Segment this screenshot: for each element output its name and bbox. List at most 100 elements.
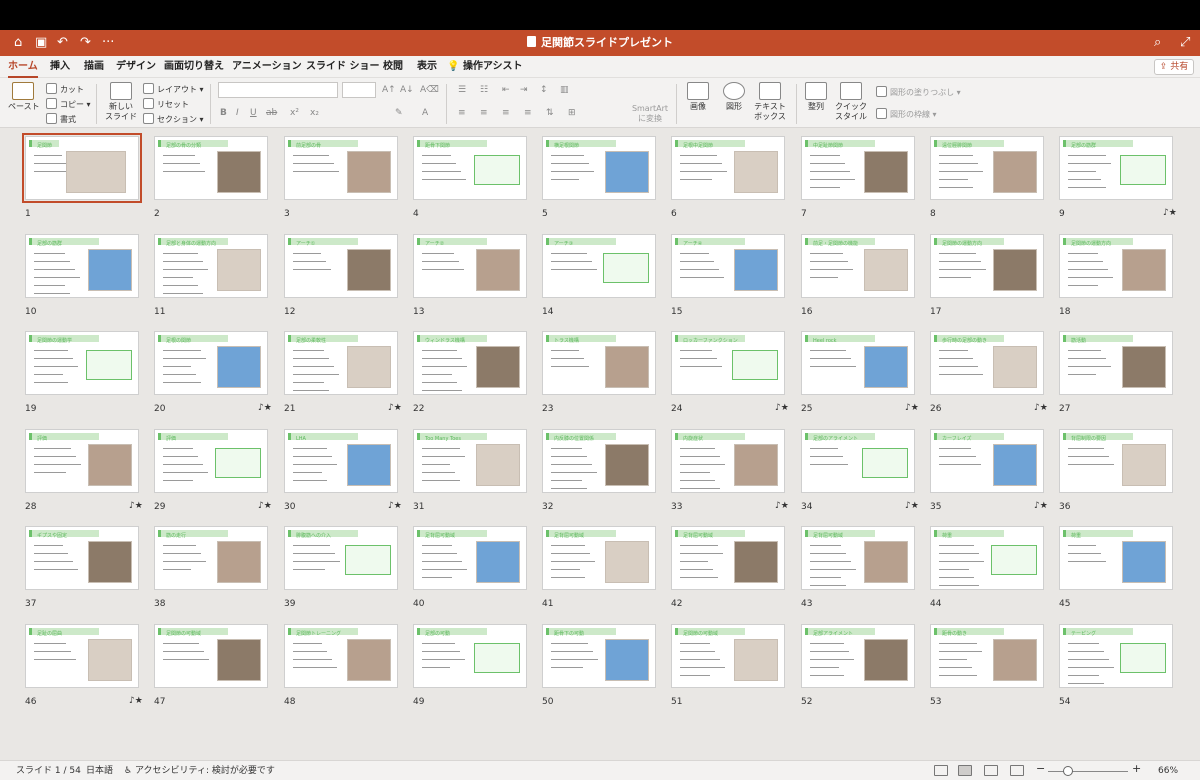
slide-thumbnail[interactable]: 足部と身体の運動方向: [154, 234, 268, 298]
slide-thumbnail[interactable]: 評価: [25, 429, 139, 493]
numbering-icon[interactable]: ☷: [480, 85, 488, 95]
slide-thumbnail[interactable]: 足部のアライメント: [801, 429, 915, 493]
tab-slideshow[interactable]: スライド ショー: [306, 60, 379, 74]
strikethrough-icon[interactable]: ab: [266, 108, 277, 118]
language-indicator[interactable]: 日本語: [86, 765, 113, 777]
slide-thumbnail[interactable]: 足部の可動: [413, 624, 527, 688]
image-button[interactable]: 画像: [684, 82, 712, 112]
slide-thumbnail[interactable]: Heel rock: [801, 331, 915, 395]
slide-thumbnail[interactable]: 足部の筋群: [25, 234, 139, 298]
redo-icon[interactable]: ↷: [80, 34, 91, 52]
section-button[interactable]: セクション ▾: [143, 113, 204, 125]
slide-thumbnail[interactable]: アーチ④: [671, 234, 785, 298]
tab-review[interactable]: 校閲: [383, 60, 403, 74]
zoom-slider-handle[interactable]: [1063, 766, 1073, 776]
slide-thumbnail[interactable]: ロッカーファンクション: [671, 331, 785, 395]
slide-thumbnail[interactable]: 横足根関節: [542, 136, 656, 200]
slide-thumbnail[interactable]: 足背屈可動域: [671, 526, 785, 590]
line-spacing-icon[interactable]: ↕: [540, 85, 548, 95]
tab-view[interactable]: 表示: [417, 60, 437, 74]
slide-thumbnail[interactable]: 荷重: [1059, 526, 1173, 590]
slide-thumbnail[interactable]: 足根中足関節: [671, 136, 785, 200]
indent-decrease-icon[interactable]: ⇤: [502, 85, 510, 95]
arrange-button[interactable]: 整列: [802, 82, 830, 112]
tab-draw[interactable]: 描画: [84, 60, 104, 74]
text-direction-icon[interactable]: ⇅: [546, 108, 554, 118]
slide-thumbnail[interactable]: 足部の骨の分類: [154, 136, 268, 200]
italic-icon[interactable]: I: [236, 108, 239, 118]
shape-outline-button[interactable]: 図形の枠線 ▾: [876, 108, 937, 120]
fullscreen-icon[interactable]: ⤢: [1180, 34, 1190, 52]
font-color-icon[interactable]: A: [422, 108, 428, 118]
columns-icon[interactable]: ▥: [560, 85, 569, 95]
tab-animations[interactable]: アニメーション: [232, 60, 302, 74]
slide-thumbnail[interactable]: 足趾の屈曲: [25, 624, 139, 688]
slide-thumbnail[interactable]: トラス機構: [542, 331, 656, 395]
slide-thumbnail[interactable]: 中足趾節関節: [801, 136, 915, 200]
slide-thumbnail[interactable]: 内反膝の位置関係: [542, 429, 656, 493]
slide-thumbnail[interactable]: カーフレイズ: [930, 429, 1044, 493]
slide-thumbnail[interactable]: 距骨の動き: [930, 624, 1044, 688]
slide-thumbnail[interactable]: テーピング: [1059, 624, 1173, 688]
justify-icon[interactable]: ≡: [524, 108, 532, 118]
zoom-in-icon[interactable]: +: [1132, 763, 1141, 775]
slide-thumbnail[interactable]: ギプスや固定: [25, 526, 139, 590]
underline-icon[interactable]: U: [250, 108, 257, 118]
reading-view-icon[interactable]: [984, 765, 998, 776]
slide-thumbnail[interactable]: アーチ①: [284, 234, 398, 298]
slide-thumbnail[interactable]: 足背屈可動域: [801, 526, 915, 590]
cut-button[interactable]: カット: [46, 83, 84, 95]
indent-increase-icon[interactable]: ⇥: [520, 85, 528, 95]
slide-thumbnail[interactable]: 足関節の運動学: [25, 331, 139, 395]
align-right-icon[interactable]: ≡: [502, 108, 510, 118]
slide-thumbnail[interactable]: 背屈制限の要因: [1059, 429, 1173, 493]
slide-thumbnail[interactable]: 足部の筋群: [1059, 136, 1173, 200]
tab-home[interactable]: ホーム: [8, 60, 38, 78]
slide-thumbnail[interactable]: Too Many Toes: [413, 429, 527, 493]
paste-button[interactable]: ペースト: [8, 82, 40, 112]
align-center-icon[interactable]: ≡: [480, 108, 488, 118]
slideshow-view-icon[interactable]: [1010, 765, 1024, 776]
tab-insert[interactable]: 挿入: [50, 60, 70, 74]
font-name-input[interactable]: [218, 82, 338, 98]
tab-design[interactable]: デザイン: [116, 60, 156, 74]
align-left-icon[interactable]: ≡: [458, 108, 466, 118]
slide-thumbnail[interactable]: 足関節の可動域: [671, 624, 785, 688]
align-text-icon[interactable]: ⊞: [568, 108, 576, 118]
slide-thumbnail[interactable]: 足根の関節: [154, 331, 268, 395]
slide-thumbnail[interactable]: 足関節の運動方向: [1059, 234, 1173, 298]
font-size-input[interactable]: [342, 82, 376, 98]
slide-thumbnail[interactable]: 前足・足関節の機能: [801, 234, 915, 298]
subscript-icon[interactable]: x₂: [310, 108, 319, 118]
slide-thumbnail[interactable]: 遠位脛腓関節: [930, 136, 1044, 200]
slide-thumbnail[interactable]: 評価: [154, 429, 268, 493]
slide-thumbnail[interactable]: 足関節: [22, 133, 142, 203]
format-painter-button[interactable]: 書式: [46, 113, 76, 125]
tab-tell-me[interactable]: 💡 操作アシスト: [447, 60, 523, 74]
share-button[interactable]: ⇪ 共有: [1154, 59, 1194, 75]
tab-transitions[interactable]: 画面切り替え: [164, 60, 224, 74]
slide-thumbnail[interactable]: 筋活動: [1059, 331, 1173, 395]
slide-thumbnail[interactable]: 距骨下関節: [413, 136, 527, 200]
home-icon[interactable]: ⌂: [14, 34, 22, 52]
save-icon[interactable]: ▣: [35, 34, 47, 52]
slide-sorter-view-icon[interactable]: [958, 765, 972, 776]
slide-thumbnail[interactable]: LHA: [284, 429, 398, 493]
accessibility-status[interactable]: ♿ アクセシビリティ: 検討が必要です: [124, 765, 275, 777]
smartart-button[interactable]: SmartArt に変換: [630, 104, 670, 124]
slide-thumbnail[interactable]: ウィンドラス機構: [413, 331, 527, 395]
slide-thumbnail[interactable]: アーチ③: [542, 234, 656, 298]
bullets-icon[interactable]: ☰: [458, 85, 466, 95]
slide-thumbnail[interactable]: 足背屈可動域: [542, 526, 656, 590]
normal-view-icon[interactable]: [934, 765, 948, 776]
undo-icon[interactable]: ↶: [57, 34, 68, 52]
slide-thumbnail[interactable]: 足背屈可動域: [413, 526, 527, 590]
slide-thumbnail[interactable]: 足部アライメント: [801, 624, 915, 688]
shape-button[interactable]: 図形: [720, 82, 748, 112]
slide-thumbnail[interactable]: 距骨下の可動: [542, 624, 656, 688]
more-icon[interactable]: ···: [102, 34, 114, 52]
new-slide-button[interactable]: 新しい スライド: [104, 82, 138, 122]
font-shrink-icon[interactable]: A↓: [400, 85, 414, 95]
search-icon[interactable]: ⌕: [1154, 34, 1161, 52]
reset-button[interactable]: リセット: [143, 98, 189, 110]
